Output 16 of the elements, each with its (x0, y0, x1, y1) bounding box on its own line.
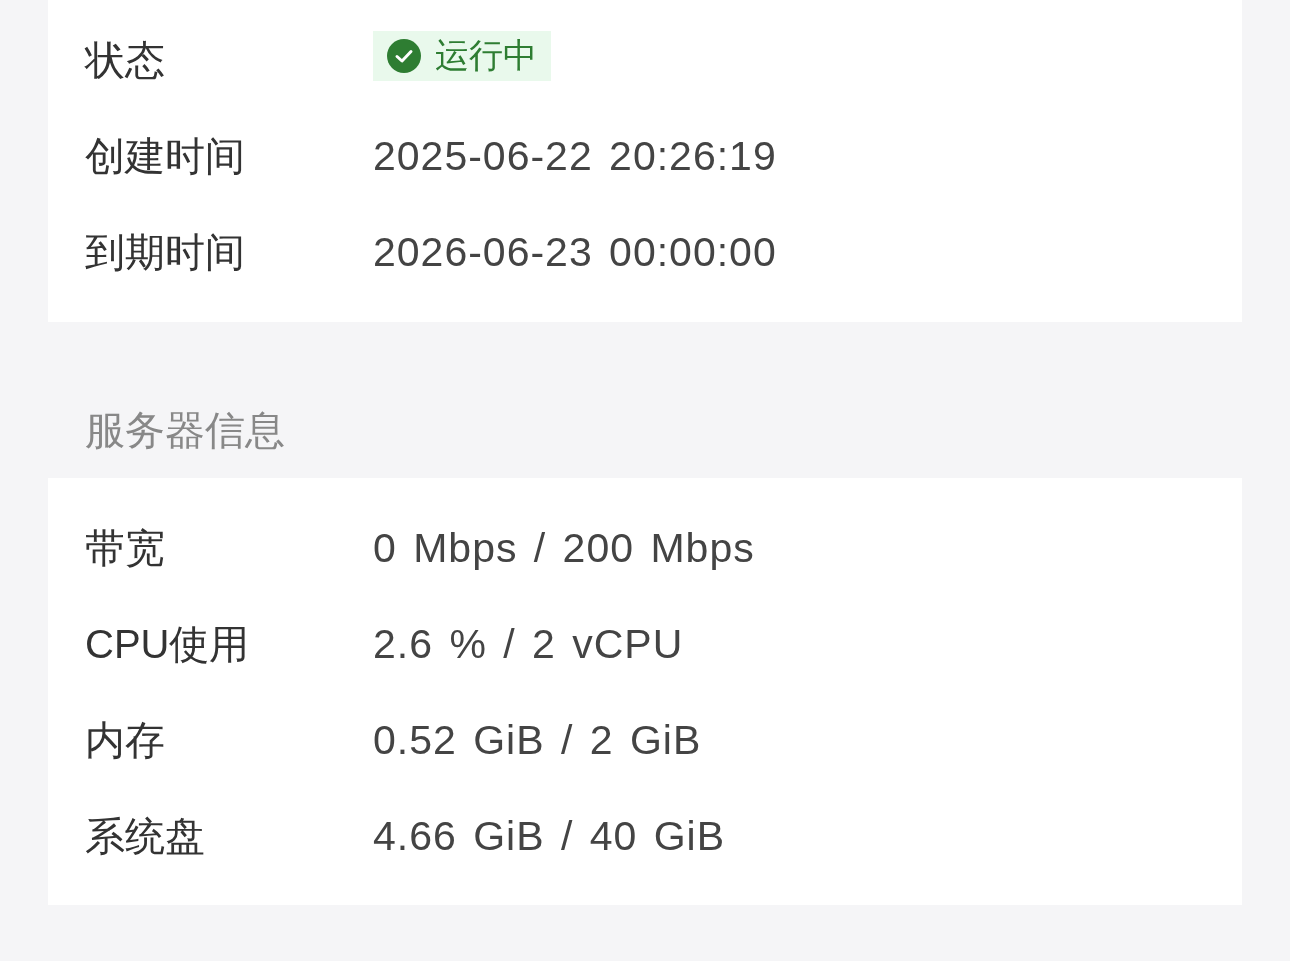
row-label: 状态 (85, 36, 165, 84)
row-label: 创建时间 (85, 132, 245, 180)
status-text: 运行中 (435, 35, 537, 76)
row-label: CPU使用 (85, 620, 250, 668)
row-label: 内存 (85, 716, 165, 764)
row-value: 2.6 % / 2 vCPU (373, 620, 684, 668)
row-value: 2025-06-22 20:26:19 (373, 132, 777, 180)
row-label: 系统盘 (85, 812, 205, 860)
row-value: 2026-06-23 00:00:00 (373, 228, 777, 276)
check-circle-icon (387, 39, 421, 73)
row-label: 到期时间 (85, 228, 245, 276)
row-label: 带宽 (85, 524, 165, 572)
row-value: 0.52 GiB / 2 GiB (373, 716, 702, 764)
section-title: 服务器信息 (85, 407, 286, 454)
row-value: 0 Mbps / 200 Mbps (373, 524, 755, 572)
row-value: 4.66 GiB / 40 GiB (373, 812, 726, 860)
